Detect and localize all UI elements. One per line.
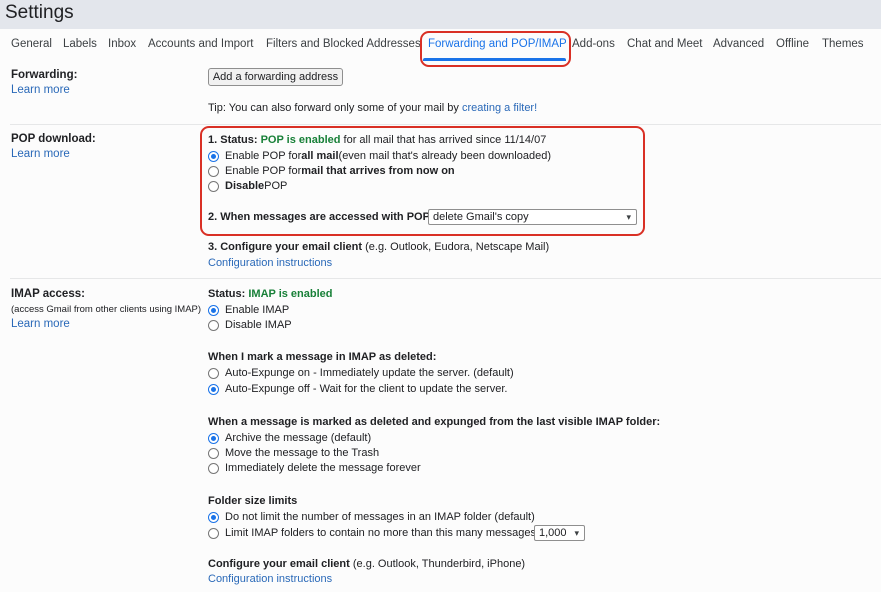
tab-themes[interactable]: Themes — [822, 38, 864, 50]
select-value: delete Gmail's copy — [433, 211, 529, 223]
radio-unselected-icon[interactable] — [208, 462, 219, 474]
imap-status: Status: IMAP is enabled — [208, 288, 333, 300]
pop-configuration-instructions-link[interactable]: Configuration instructions — [208, 257, 332, 269]
option-text: Archive the message (default) — [225, 432, 372, 444]
option-text: Limit IMAP folders to contain no more th… — [225, 527, 536, 539]
tab-general[interactable]: General — [11, 38, 52, 50]
forwarding-tip-text: Tip: You can also forward only some of y… — [208, 102, 462, 114]
radio-unselected-icon[interactable] — [208, 319, 219, 331]
tab-offline[interactable]: Offline — [776, 38, 809, 50]
tab-filters-and-blocked-addresses[interactable]: Filters and Blocked Addresses — [266, 38, 421, 50]
pop-option-disable[interactable]: Disable POP — [208, 179, 287, 193]
radio-unselected-icon[interactable] — [208, 165, 219, 177]
tab-inbox[interactable]: Inbox — [108, 38, 136, 50]
imap-no-folder-limit[interactable]: Do not limit the number of messages in a… — [208, 510, 535, 524]
option-text-bold: all mail — [301, 150, 339, 162]
option-text: Move the message to the Trash — [225, 447, 380, 459]
configure-bold: Configure your email client — [208, 558, 350, 570]
imap-folder-size-heading: Folder size limits — [208, 495, 298, 507]
section-divider — [10, 278, 881, 279]
imap-delete-forever[interactable]: Immediately delete the message forever — [208, 461, 421, 475]
imap-deleted-heading: When I mark a message in IMAP as deleted… — [208, 351, 437, 363]
pop-option-all-mail[interactable]: Enable POP for all mail (even mail that'… — [208, 149, 551, 163]
imap-status-prefix: Status: — [208, 288, 249, 300]
pop-status-value: POP is enabled — [260, 134, 341, 146]
section-divider — [10, 124, 881, 125]
imap-folder-limit-select[interactable]: 1,000 ▾ — [534, 525, 585, 541]
title-bar: Settings — [0, 0, 881, 29]
option-text: Enable POP for — [225, 150, 302, 162]
pop-status-suffix: for all mail that has arrived since 11/1… — [340, 134, 547, 146]
imap-access-label: IMAP access: — [11, 288, 85, 300]
radio-selected-icon[interactable] — [208, 150, 219, 162]
radio-selected-icon[interactable] — [208, 511, 219, 523]
pop-when-accessed-label: 2. When messages are accessed with POP — [208, 211, 430, 223]
radio-selected-icon[interactable] — [208, 304, 219, 316]
option-text-bold: mail that arrives from now on — [301, 165, 455, 177]
option-text: Enable IMAP — [225, 304, 290, 316]
tab-forwarding-and-pop-imap[interactable]: Forwarding and POP/IMAP — [428, 38, 567, 50]
radio-selected-icon[interactable] — [208, 383, 219, 395]
imap-configuration-instructions-link[interactable]: Configuration instructions — [208, 573, 332, 585]
option-text: Immediately delete the message forever — [225, 462, 421, 474]
imap-archive-message[interactable]: Archive the message (default) — [208, 431, 371, 445]
radio-unselected-icon[interactable] — [208, 447, 219, 459]
creating-a-filter-link[interactable]: creating a filter! — [462, 102, 537, 114]
radio-unselected-icon[interactable] — [208, 367, 219, 379]
option-text: Disable IMAP — [225, 319, 292, 331]
imap-auto-expunge-on[interactable]: Auto-Expunge on - Immediately update the… — [208, 366, 514, 380]
forwarding-tip: Tip: You can also forward only some of y… — [208, 102, 537, 114]
option-text: Do not limit the number of messages in a… — [225, 511, 535, 523]
imap-access-sublabel: (access Gmail from other clients using I… — [11, 304, 202, 315]
tab-chat-and-meet[interactable]: Chat and Meet — [627, 38, 702, 50]
configure-rest: (e.g. Outlook, Thunderbird, iPhone) — [349, 558, 526, 570]
pop-status: 1. Status: POP is enabled for all mail t… — [208, 134, 546, 146]
radio-unselected-icon[interactable] — [208, 180, 219, 192]
pop-learn-more-link[interactable]: Learn more — [11, 148, 70, 160]
pop-configure-client: 3. Configure your email client (e.g. Out… — [208, 241, 549, 253]
option-text: Auto-Expunge off - Wait for the client t… — [225, 383, 508, 395]
tab-labels[interactable]: Labels — [63, 38, 97, 50]
imap-configure-client: Configure your email client (e.g. Outloo… — [208, 558, 525, 570]
pop-when-accessed-select[interactable]: delete Gmail's copy ▾ — [428, 209, 637, 225]
chevron-down-icon: ▾ — [626, 212, 631, 222]
imap-option-enable[interactable]: Enable IMAP — [208, 303, 289, 317]
imap-option-disable[interactable]: Disable IMAP — [208, 318, 292, 332]
page-title: Settings — [5, 2, 74, 23]
option-text: (even mail that's already been downloade… — [338, 150, 551, 162]
add-forwarding-address-button[interactable]: Add a forwarding address — [208, 68, 343, 86]
configure-rest: (e.g. Outlook, Eudora, Netscape Mail) — [362, 241, 550, 253]
tab-add-ons[interactable]: Add-ons — [572, 38, 615, 50]
configure-bold: 3. Configure your email client — [208, 241, 363, 253]
pop-status-prefix: 1. Status: — [208, 134, 261, 146]
option-text: Enable POP for — [225, 165, 302, 177]
active-tab-indicator — [423, 58, 566, 61]
option-text: POP — [264, 180, 288, 192]
chevron-down-icon: ▾ — [574, 528, 579, 538]
forwarding-learn-more-link[interactable]: Learn more — [11, 84, 70, 96]
pop-option-from-now-on[interactable]: Enable POP for mail that arrives from no… — [208, 164, 455, 178]
radio-unselected-icon[interactable] — [208, 527, 219, 539]
tab-advanced[interactable]: Advanced — [713, 38, 764, 50]
forwarding-label: Forwarding: — [11, 69, 78, 81]
option-text-bold: Disable — [225, 180, 265, 192]
imap-expunged-heading: When a message is marked as deleted and … — [208, 416, 661, 428]
imap-status-value: IMAP is enabled — [248, 288, 333, 300]
option-text: Auto-Expunge on - Immediately update the… — [225, 367, 514, 379]
tab-accounts-and-import[interactable]: Accounts and Import — [148, 38, 253, 50]
pop-download-label: POP download: — [11, 133, 96, 145]
imap-limit-folders[interactable]: Limit IMAP folders to contain no more th… — [208, 526, 536, 540]
imap-auto-expunge-off[interactable]: Auto-Expunge off - Wait for the client t… — [208, 382, 508, 396]
radio-selected-icon[interactable] — [208, 432, 219, 444]
select-value: 1,000 — [539, 527, 567, 539]
imap-move-to-trash[interactable]: Move the message to the Trash — [208, 446, 379, 460]
imap-learn-more-link[interactable]: Learn more — [11, 318, 70, 330]
